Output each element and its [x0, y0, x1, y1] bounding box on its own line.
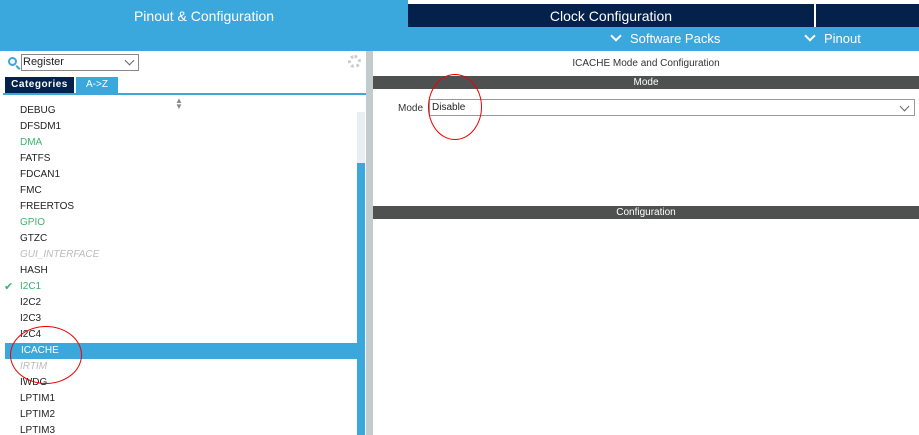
divider	[3, 93, 366, 95]
tab-clock-configuration[interactable]: Clock Configuration	[408, 4, 814, 27]
list-item-label: LPTIM1	[20, 393, 56, 404]
tab-pinout-configuration[interactable]: Pinout & Configuration	[0, 0, 408, 27]
list-item-i2c3[interactable]: I2C3	[5, 311, 357, 327]
sub-toolbar: Software Packs Pinout	[0, 27, 919, 51]
list-item-freertos[interactable]: FREERTOS	[5, 199, 357, 215]
chevron-down-icon[interactable]	[124, 55, 135, 66]
list-item-dfsdm1[interactable]: DFSDM1	[5, 119, 357, 135]
list-item-fatfs[interactable]: FATFS	[5, 151, 357, 167]
pinout-label: Pinout	[824, 31, 861, 46]
search-value: Register	[23, 56, 64, 68]
list-item-label: GTZC	[20, 233, 48, 244]
search-input[interactable]: Register	[21, 54, 139, 71]
configuration-section-header: Configuration	[373, 206, 919, 219]
scrollbar-thumb[interactable]	[357, 163, 365, 435]
list-item-label: GPIO	[20, 217, 46, 228]
list-item-label: I2C3	[20, 313, 42, 324]
mode-select[interactable]: Disable	[429, 99, 915, 116]
list-item-label: HASH	[20, 265, 48, 276]
tab-extra[interactable]	[815, 4, 919, 27]
component-list: DEBUG DFSDM1 DMA FATFS FDCAN1 FMC FREERTOS GPIO…	[5, 104, 357, 435]
list-item-fmc[interactable]: FMC	[5, 183, 357, 199]
list-item-label: DMA	[20, 137, 43, 148]
software-packs-label: Software Packs	[630, 31, 721, 46]
chevron-down-icon	[899, 101, 910, 112]
gear-icon[interactable]	[348, 55, 361, 68]
list-item-lptim1[interactable]: LPTIM1	[5, 391, 357, 407]
tab-categories[interactable]: Categories	[5, 77, 74, 93]
software-packs-menu[interactable]: Software Packs	[610, 30, 721, 46]
list-item-label: FDCAN1	[20, 169, 61, 180]
mode-label: Mode	[398, 103, 424, 114]
list-item-dma[interactable]: DMA	[5, 135, 357, 151]
list-item-gui_interface[interactable]: GUI_INTERFACE	[5, 247, 357, 263]
chevron-down-icon	[610, 30, 622, 42]
list-item-gtzc[interactable]: GTZC	[5, 231, 357, 247]
list-item-label: FMC	[20, 185, 42, 196]
annotation-circle	[428, 74, 482, 140]
list-item-gpio[interactable]: GPIO	[5, 215, 357, 231]
list-item-i2c2[interactable]: I2C2	[5, 295, 357, 311]
list-item-label: FATFS	[20, 153, 51, 164]
check-icon: ✔	[5, 281, 14, 293]
list-item-label: I2C1	[20, 281, 42, 292]
pane-splitter[interactable]	[366, 51, 373, 435]
list-item-i2c1[interactable]: ✔ I2C1	[5, 279, 357, 295]
list-item-label: I2C2	[20, 297, 42, 308]
tab-a-z[interactable]: A->Z	[76, 77, 118, 93]
pinout-menu[interactable]: Pinout	[804, 30, 861, 46]
list-item-label: LPTIM2	[20, 409, 56, 420]
list-item-label: DFSDM1	[20, 121, 62, 132]
list-item-lptim2[interactable]: LPTIM2	[5, 407, 357, 423]
list-item-lptim3[interactable]: LPTIM3	[5, 423, 357, 435]
chevron-down-icon	[804, 30, 816, 42]
list-item-label: DEBUG	[20, 105, 56, 116]
list-item-debug[interactable]: DEBUG	[5, 104, 357, 119]
list-item-fdcan1[interactable]: FDCAN1	[5, 167, 357, 183]
list-item-label: GUI_INTERFACE	[20, 249, 100, 260]
list-item-hash[interactable]: HASH	[5, 263, 357, 279]
list-item-label: LPTIM3	[20, 425, 56, 435]
search-icon	[8, 57, 17, 66]
pane-title: ICACHE Mode and Configuration	[572, 58, 720, 69]
annotation-circle	[10, 326, 82, 384]
list-item-label: FREERTOS	[20, 201, 75, 212]
